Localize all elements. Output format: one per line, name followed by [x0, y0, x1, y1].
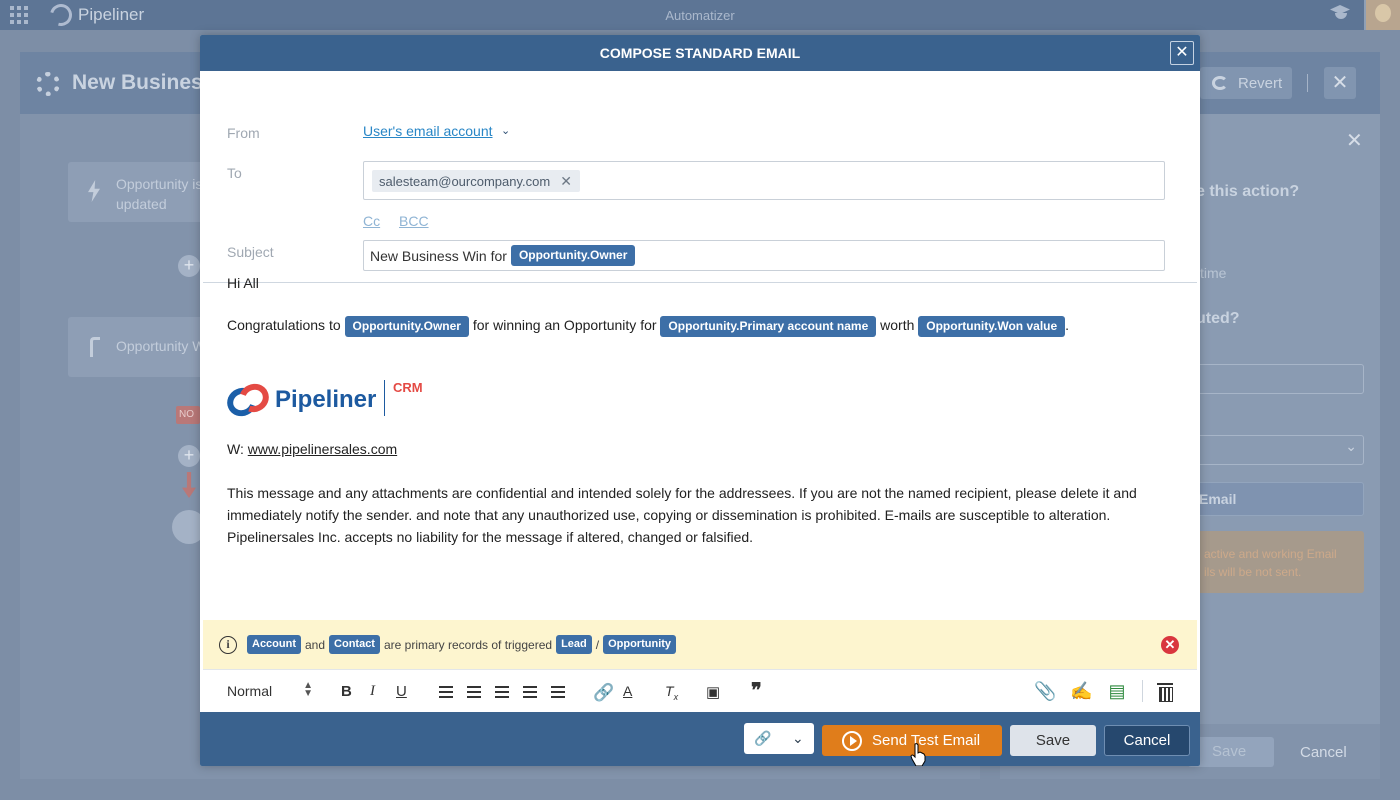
header-divider	[1307, 74, 1308, 92]
italic-button[interactable]: I	[370, 683, 375, 700]
template-icon[interactable]: ▤	[1106, 681, 1128, 702]
app-title: Automatizer	[665, 8, 735, 23]
website-line: W: www.pipelinersales.com	[227, 441, 398, 457]
pipeliner-logo-icon	[222, 378, 274, 422]
website-link[interactable]: www.pipelinersales.com	[248, 441, 397, 457]
panel-time-option: time	[1200, 265, 1227, 281]
from-account-dropdown[interactable]: User's email account	[363, 123, 493, 139]
close-automation-button[interactable]: ✕	[1324, 67, 1356, 99]
link-icon: 🔗	[754, 730, 772, 746]
image-icon[interactable]: ▣	[706, 683, 720, 701]
revert-button[interactable]: Revert	[1200, 67, 1292, 99]
text-color-icon[interactable]: A	[623, 683, 632, 699]
account-tag: Account	[247, 635, 301, 654]
panel-email-button[interactable]: Email	[1196, 482, 1364, 516]
trigger-label: Opportunity is updated	[116, 176, 203, 212]
revert-label: Revert	[1238, 74, 1283, 92]
dialog-header: COMPOSE STANDARD EMAIL ✕	[200, 35, 1200, 71]
bold-button[interactable]: B	[341, 683, 352, 700]
dialog-title: COMPOSE STANDARD EMAIL	[599, 45, 801, 61]
editor-toolbar: Normal ▲ ▼ B I U 🔗 A Tx ▣ ❞ 📎 ✍ ▤	[203, 669, 1197, 712]
hand-cursor-icon	[910, 743, 926, 766]
condition-label: Opportunity W	[116, 338, 206, 354]
gear-icon	[36, 72, 60, 96]
underline-button[interactable]: U	[396, 683, 407, 700]
dialog-close-button[interactable]: ✕	[1170, 41, 1194, 65]
signature-pen-icon[interactable]: ✍	[1070, 681, 1092, 702]
chevron-down-icon[interactable]: ⌄	[501, 124, 510, 137]
link-icon[interactable]: 🔗	[593, 683, 614, 703]
add-step-icon[interactable]: +	[178, 255, 200, 277]
panel-cancel-button[interactable]: Cancel	[1300, 744, 1347, 761]
revert-icon	[1212, 76, 1228, 90]
to-field[interactable]: salesteam@ourcompany.com ✕	[363, 161, 1165, 200]
contact-tag: Contact	[329, 635, 380, 654]
won-value-token[interactable]: Opportunity.Won value	[918, 316, 1066, 337]
trash-icon[interactable]	[1157, 682, 1173, 702]
select-arrows-icon: ▲ ▼	[303, 680, 313, 699]
play-circle-icon	[842, 730, 862, 751]
cc-link[interactable]: Cc	[363, 213, 380, 229]
indent-icon[interactable]	[551, 686, 565, 698]
signature-logo: Pipeliner CRM	[222, 378, 437, 422]
recipient-email: salesteam@ourcompany.com	[379, 173, 551, 189]
format-select[interactable]: Normal ▲ ▼	[227, 680, 313, 700]
paperclip-icon[interactable]: 📎	[1034, 681, 1056, 702]
link-dropdown-button[interactable]: 🔗 ⌄	[744, 723, 814, 754]
outdent-icon[interactable]	[523, 686, 537, 698]
condition-card[interactable]: Opportunity W	[68, 317, 208, 377]
panel-save-button[interactable]: Save	[1188, 737, 1274, 767]
trigger-card[interactable]: Opportunity is updated	[68, 162, 208, 222]
close-panel-icon[interactable]: ✕	[1346, 128, 1363, 153]
dialog-footer: 🔗 ⌄ Send Test Email Save Cancel	[200, 712, 1200, 766]
chevron-down-icon: ⌄	[792, 730, 804, 746]
lightning-icon	[88, 180, 100, 202]
send-test-label: Send Test Email	[872, 732, 981, 749]
account-name-token[interactable]: Opportunity.Primary account name	[660, 316, 877, 337]
add-step-icon[interactable]: +	[178, 445, 200, 467]
panel-question-2: uted?	[1196, 310, 1240, 327]
opportunity-tag: Opportunity	[603, 635, 677, 654]
dismiss-info-icon[interactable]: ✕	[1161, 636, 1179, 654]
info-banner: i Account and Contact are primary record…	[203, 620, 1197, 669]
bullet-list-icon[interactable]	[467, 686, 481, 698]
align-icon[interactable]	[495, 686, 509, 698]
bcc-link[interactable]: BCC	[399, 213, 429, 229]
disclaimer-line-1: This message and any attachments are con…	[227, 485, 1137, 501]
panel-question-1: e this action?	[1196, 183, 1300, 200]
info-text: Account and Contact are primary records …	[247, 635, 677, 654]
automation-title: New Business	[72, 71, 215, 94]
email-body-editor[interactable]: Hi All Congratulations to Opportunity.Ow…	[203, 248, 1197, 620]
remove-recipient-icon[interactable]: ✕	[560, 173, 572, 190]
from-label: From	[227, 125, 260, 141]
panel-warning: active and working Email ils will be not …	[1196, 531, 1364, 593]
no-branch-tag: NO	[176, 406, 200, 424]
cancel-button[interactable]: Cancel	[1104, 725, 1190, 756]
clear-format-icon[interactable]: Tx	[665, 683, 678, 702]
ordered-list-icon[interactable]	[439, 686, 453, 698]
recipient-chip: salesteam@ourcompany.com ✕	[372, 170, 580, 192]
info-icon: i	[219, 636, 237, 654]
to-label: To	[227, 165, 242, 181]
compose-email-dialog: COMPOSE STANDARD EMAIL ✕ From User's ema…	[200, 35, 1200, 766]
quote-icon[interactable]: ❞	[751, 678, 762, 703]
top-bar: Pipeliner Automatizer	[0, 0, 1400, 31]
disclaimer-line-2: immediately notify the sender. and note …	[227, 507, 1111, 523]
save-button[interactable]: Save	[1010, 725, 1096, 756]
panel-select[interactable]	[1196, 435, 1364, 465]
disclaimer-line-3: Pipelinersales Inc. accepts no liability…	[227, 529, 754, 545]
academy-icon[interactable]	[1330, 5, 1352, 25]
lead-tag: Lead	[556, 635, 592, 654]
panel-input[interactable]	[1196, 364, 1364, 394]
owner-token[interactable]: Opportunity.Owner	[344, 316, 469, 337]
branch-icon	[90, 337, 100, 357]
user-avatar[interactable]	[1364, 0, 1400, 30]
congrats-line: Congratulations to Opportunity.Owner for…	[227, 316, 1069, 337]
greeting-line: Hi All	[227, 275, 259, 291]
